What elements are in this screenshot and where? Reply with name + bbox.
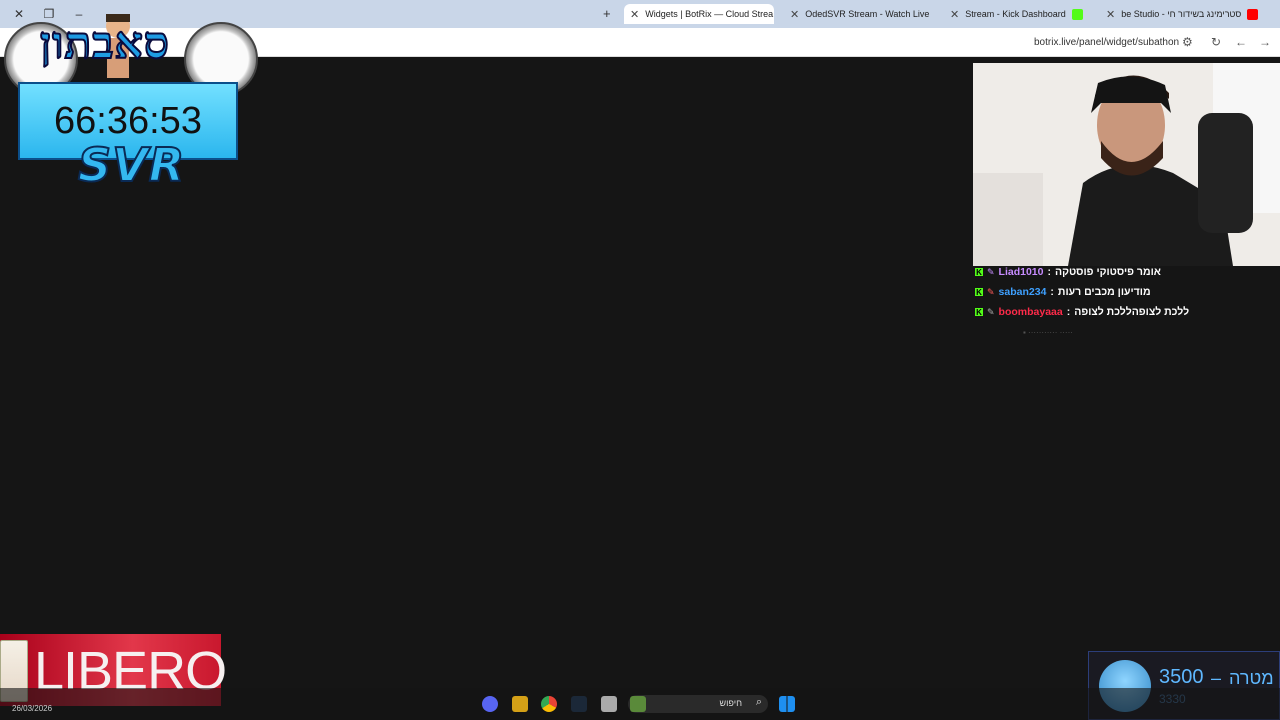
search-highlight-icon <box>630 696 646 712</box>
goal-target: 3500 <box>1159 666 1204 688</box>
goal-separator: – <box>1211 668 1222 688</box>
chat-separator: : <box>1066 306 1071 318</box>
taskbar-date: 26/03/2026 <box>12 704 53 713</box>
forward-icon[interactable]: ← <box>1235 35 1247 49</box>
close-tab-icon[interactable]: ✕ <box>630 8 639 21</box>
goal-label: מטרה <box>1229 668 1274 688</box>
chat-message: K ✎ saban234 : מודיעון מכבים רעות <box>975 282 1280 302</box>
steam-icon[interactable] <box>571 696 587 712</box>
tab-kick-dashboard[interactable]: ✕ Stream - Kick Dashboard <box>944 4 1094 24</box>
chat-message-fading: ▪ ··········· ····· <box>1023 327 1073 337</box>
youtube-favicon-icon <box>1247 8 1259 20</box>
subathon-timer-widget: סאבתון 66:36:53 SVR <box>0 8 260 193</box>
chat-separator: : <box>1047 266 1052 278</box>
os-taskbar: 26/03/2026 חיפוש ⌕ <box>0 688 1280 720</box>
taskbar-search[interactable]: חיפוש ⌕ <box>628 695 768 713</box>
streamer-image <box>973 63 1280 266</box>
file-explorer-icon[interactable] <box>601 696 617 712</box>
chat-text: מודיעון מכבים רעות <box>1057 286 1151 298</box>
site-settings-icon[interactable]: ⚙ <box>1182 35 1193 49</box>
search-label: חיפוש <box>719 698 742 708</box>
chat-message: K ✎ boombayaaa : ללכת לצופהללכת לצופה <box>975 302 1280 322</box>
chat-text: ללכת לצופהללכת לצופה <box>1074 306 1190 318</box>
tab-label: Widgets | BotRix — Cloud Strea <box>645 9 774 19</box>
new-tab-button[interactable]: + <box>603 6 611 21</box>
kick-badge-icon: K <box>975 267 983 277</box>
chat-overlay: K ✎ Liad1010 : אומר פיסטוקי פוסטקה K ✎ s… <box>975 262 1280 342</box>
chat-separator: : <box>1050 286 1054 298</box>
tab-label: OdedSVR Stream - Watch Live <box>805 9 930 19</box>
webcam-feed <box>973 63 1280 266</box>
chat-username: saban234 <box>998 286 1047 298</box>
app-icon[interactable] <box>512 696 528 712</box>
tab-widgets[interactable]: ✕ Widgets | BotRix — Cloud Strea <box>624 4 774 24</box>
tab-youtube-studio[interactable]: ✕ be Studio - סטרימינג בשידור חי <box>1100 4 1260 24</box>
close-tab-icon[interactable]: ✕ <box>1106 8 1115 21</box>
tab-watch-live[interactable]: ✕ OdedSVR Stream - Watch Live <box>784 4 934 24</box>
back-icon[interactable]: → <box>1259 35 1271 49</box>
chat-text: אומר פיסטוקי פוסטקה <box>1055 266 1161 278</box>
chat-username: boombayaaa <box>998 306 1063 318</box>
pencil-badge-icon: ✎ <box>987 286 995 297</box>
close-tab-icon[interactable]: ✕ <box>790 8 799 21</box>
kick-badge-icon: K <box>975 287 983 297</box>
search-icon: ⌕ <box>755 696 762 708</box>
chat-username: Liad1010 <box>998 266 1044 278</box>
tab-label: be Studio - סטרימינג בשידור חי <box>1121 9 1242 19</box>
url-field[interactable]: botrix.live/panel/widget/subathon <box>1034 37 1179 48</box>
close-tab-icon[interactable]: ✕ <box>950 8 959 21</box>
windows-start-icon[interactable] <box>779 696 795 712</box>
timer-value: 66:36:53 <box>54 99 202 142</box>
kick-favicon-icon <box>1071 8 1083 20</box>
reload-icon[interactable]: ↻ <box>1211 35 1221 49</box>
pencil-badge-icon: ✎ <box>987 306 995 317</box>
subathon-logo: סאבתון <box>39 17 170 70</box>
kick-badge-icon: K <box>975 307 983 317</box>
brand-logo: SVR <box>77 137 186 193</box>
discord-icon[interactable] <box>482 696 498 712</box>
pencil-badge-icon: ✎ <box>987 266 995 277</box>
chrome-icon[interactable] <box>541 696 557 712</box>
chat-message: K ✎ Liad1010 : אומר פיסטוקי פוסטקה <box>975 262 1280 282</box>
tab-label: Stream - Kick Dashboard <box>965 9 1066 19</box>
